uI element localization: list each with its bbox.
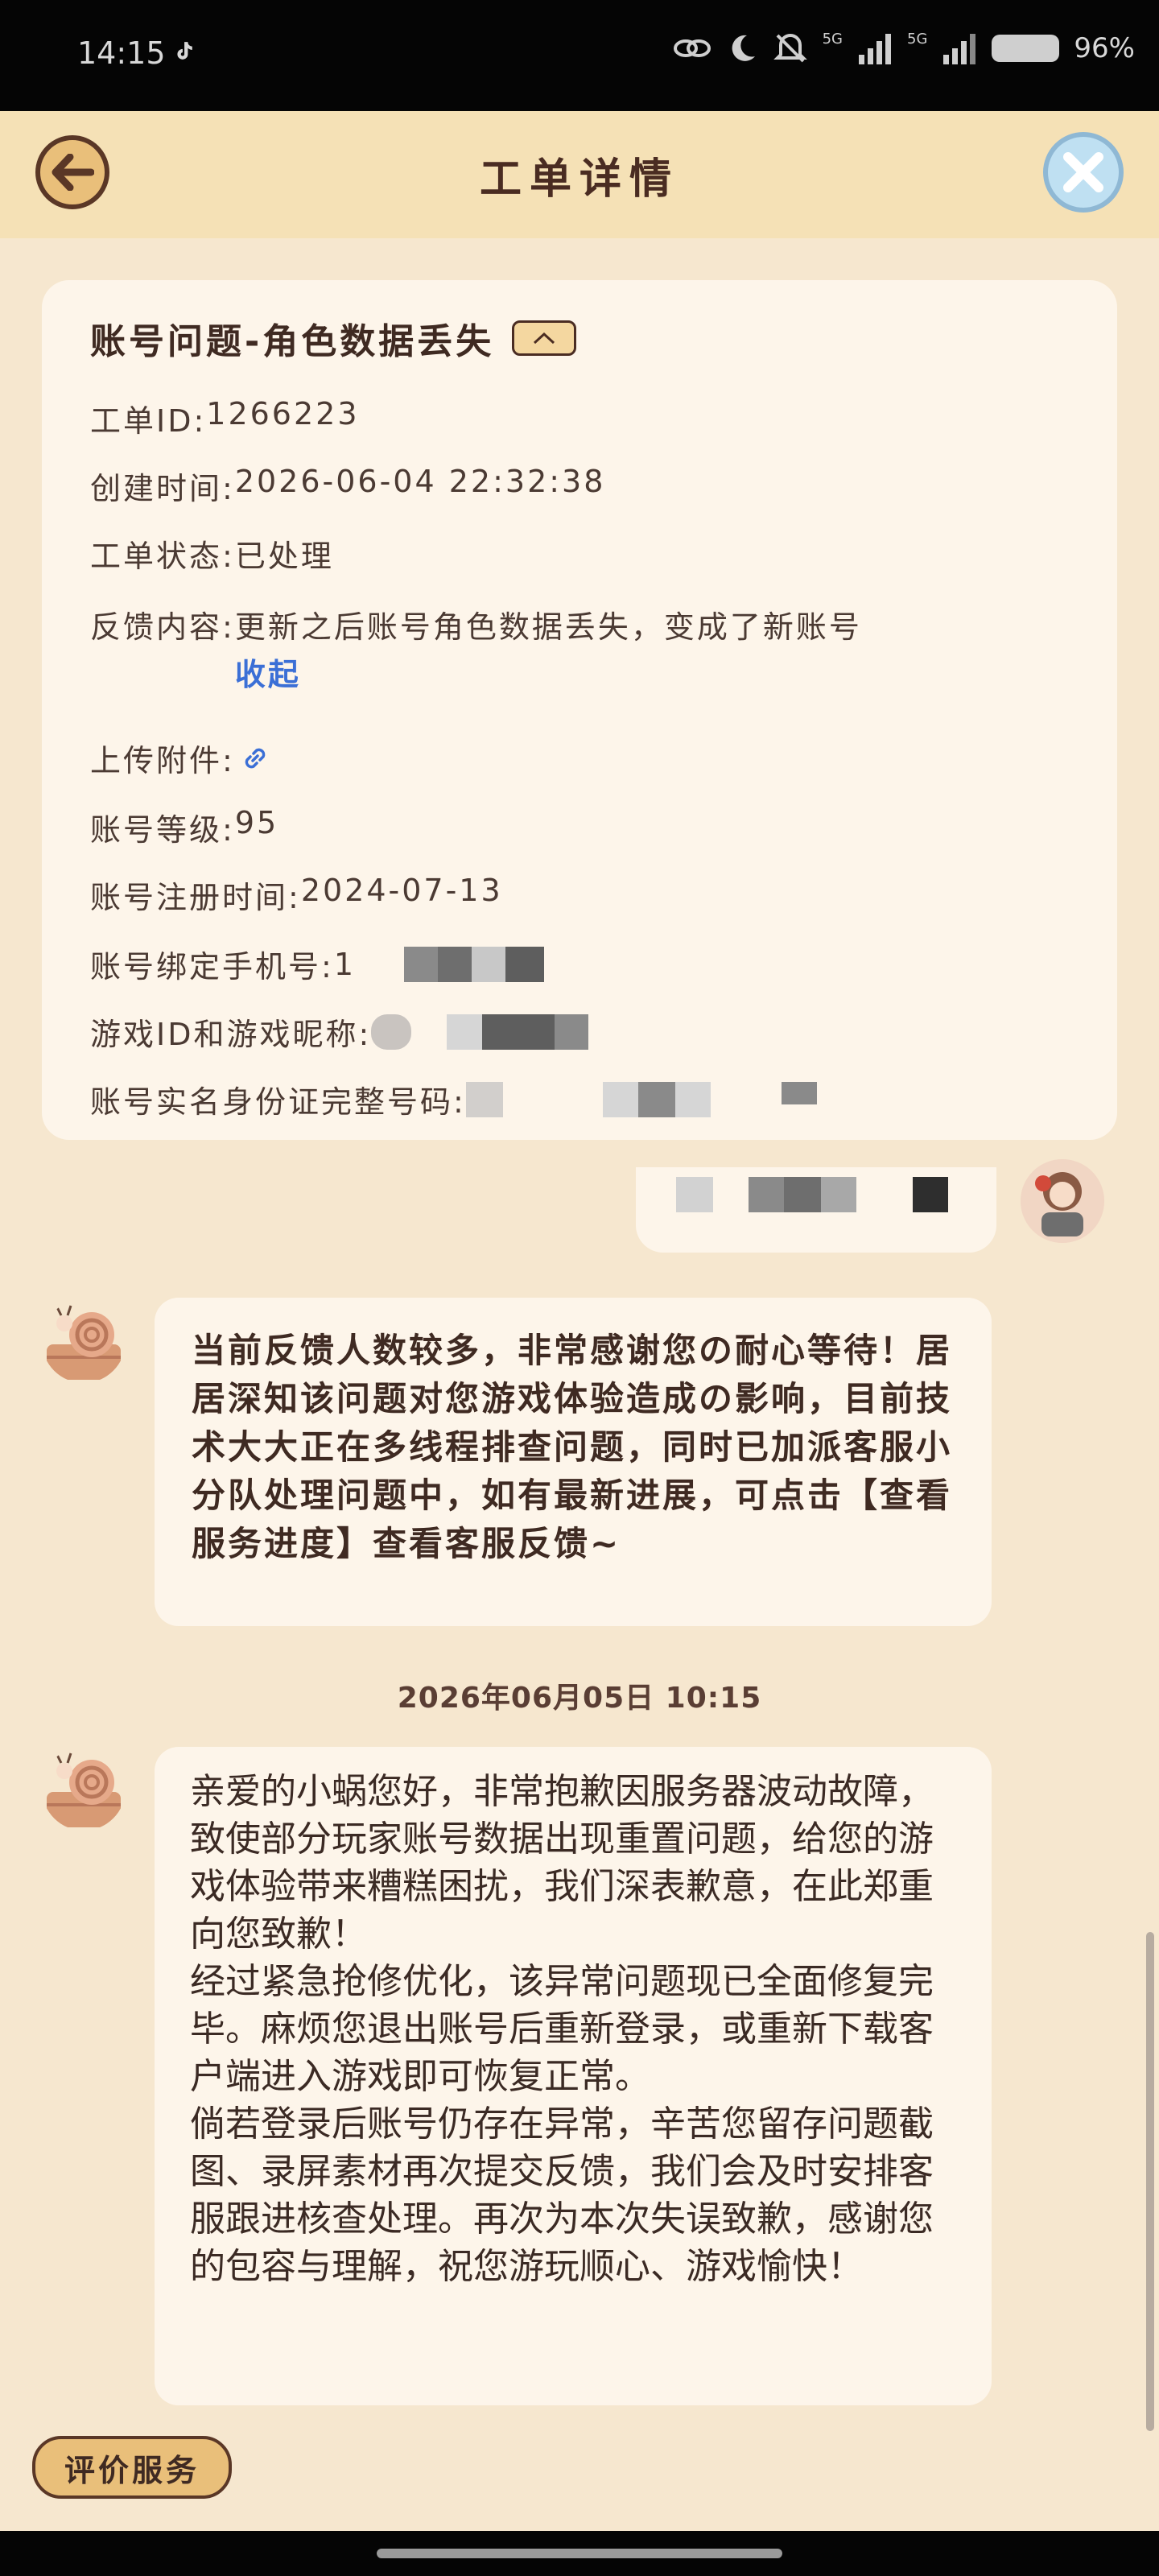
- link-icon: [673, 39, 711, 57]
- user-message-bubble: [636, 1167, 996, 1253]
- status-bar: 14:15 5G 5G 96%: [0, 0, 1159, 111]
- phone-prefix: 1: [333, 946, 356, 982]
- ticket-status-label: 工单状态:: [90, 539, 235, 574]
- snail-mascot-icon: [47, 1752, 121, 1827]
- rate-service-button[interactable]: 评价服务: [32, 2436, 232, 2499]
- network-label-2: 5G: [907, 31, 928, 47]
- mute-icon: [773, 34, 807, 63]
- id-card-label: 账号实名身份证完整号码:: [90, 1084, 466, 1120]
- signal-icon: [859, 34, 892, 64]
- page-title: 工单详情: [479, 155, 679, 204]
- scrollbar[interactable]: [1146, 1932, 1154, 2431]
- phone-redacted: [404, 946, 544, 982]
- attachment-row: 上传附件:: [90, 736, 272, 780]
- message-timestamp: 2026年06月05日 10:15: [397, 1682, 762, 1715]
- ticket-title-row: 账号问题-角色数据丢失: [90, 312, 577, 364]
- agent-avatar: [42, 1299, 126, 1383]
- attachment-label: 上传附件:: [90, 743, 235, 778]
- user-message-redacted: [676, 1177, 948, 1212]
- network-label-1: 5G: [822, 31, 843, 47]
- phone-label: 账号绑定手机号:: [90, 949, 334, 985]
- auto-reply-bubble: 当前反馈人数较多，非常感谢您の耐心等待！居居深知该问题对您游戏体验造成の影响，目…: [155, 1298, 992, 1626]
- status-time: 14:15: [77, 35, 166, 71]
- user-avatar[interactable]: [1021, 1159, 1104, 1243]
- ticket-status-value: 已处理: [234, 539, 334, 574]
- created-time-value: 2026-06-04 22:32:38: [234, 464, 606, 499]
- game-id-redacted: [371, 1013, 589, 1050]
- game-id-label: 游戏ID和游戏昵称:: [90, 1017, 372, 1052]
- account-level-row: 账号等级: 95: [90, 805, 278, 849]
- chevron-up-icon: [534, 332, 555, 345]
- agent-reply-paragraph-3: 倘若登录后账号仍存在异常，辛苦您留存问题截图、录屏素材再次提交反馈，我们会及时安…: [190, 2103, 934, 2287]
- created-time-row: 创建时间: 2026-06-04 22:32:38: [90, 464, 605, 508]
- moon-icon: [732, 35, 755, 61]
- snail-mascot-icon: [47, 1305, 121, 1380]
- tiktok-icon: [177, 42, 192, 60]
- ticket-id-value: 1266223: [206, 396, 360, 431]
- game-id-row: 游戏ID和游戏昵称:: [90, 1009, 589, 1054]
- agent-reply-paragraph-1: 亲爱的小蜗您好，非常抱歉因服务器波动故障，致使部分玩家账号数据出现重置问题，给您…: [190, 1771, 934, 1955]
- agent-avatar-2: [42, 1747, 126, 1831]
- ticket-title: 账号问题-角色数据丢失: [90, 321, 495, 362]
- register-time-row: 账号注册时间: 2024-07-13: [90, 873, 503, 917]
- ticket-id-row: 工单ID: 1266223: [90, 396, 360, 440]
- ticket-status-row: 工单状态: 已处理: [90, 531, 334, 576]
- feedback-row: 反馈内容: 更新之后账号角色数据丢失，变成了新账号 收起: [90, 602, 862, 694]
- register-time-value: 2024-07-13: [300, 873, 503, 908]
- battery-icon: [992, 35, 1060, 62]
- collapse-button[interactable]: [512, 320, 577, 356]
- feedback-content: 更新之后账号角色数据丢失，变成了新账号: [234, 609, 862, 645]
- page-header: 工单详情: [0, 111, 1159, 238]
- ticket-id-label: 工单ID:: [90, 403, 207, 439]
- ticket-info-card: 账号问题-角色数据丢失 工单ID: 1266223 创建时间: 2026-06-…: [42, 280, 1117, 1140]
- feedback-label: 反馈内容:: [90, 609, 235, 645]
- auto-reply-text: 当前反馈人数较多，非常感谢您の耐心等待！居居深知该问题对您游戏体验造成の影响，目…: [192, 1331, 953, 1563]
- close-icon: [1063, 152, 1103, 192]
- signal-icon-2: [943, 34, 976, 64]
- battery-percent: 96%: [1074, 32, 1135, 64]
- home-indicator[interactable]: [377, 2549, 782, 2558]
- id-card-row: 账号实名身份证完整号码:: [90, 1077, 817, 1121]
- register-time-label: 账号注册时间:: [90, 880, 301, 915]
- user-avatar-image: [1021, 1159, 1104, 1243]
- attachment-link-icon[interactable]: [238, 741, 272, 775]
- agent-reply-paragraph-2: 经过紧急抢修优化，该异常问题现已全面修复完毕。麻烦您退出账号后重新登录，或重新下…: [190, 1961, 934, 2097]
- account-level-label: 账号等级:: [90, 812, 235, 848]
- agent-reply-bubble: 亲爱的小蜗您好，非常抱歉因服务器波动故障，致使部分玩家账号数据出现重置问题，给您…: [155, 1747, 992, 2405]
- account-level-value: 95: [234, 805, 279, 840]
- id-card-redacted: [465, 1081, 817, 1117]
- phone-row: 账号绑定手机号: 1: [90, 942, 544, 986]
- created-time-label: 创建时间:: [90, 471, 235, 506]
- close-button[interactable]: [1043, 132, 1124, 213]
- collapse-link[interactable]: 收起: [235, 650, 862, 694]
